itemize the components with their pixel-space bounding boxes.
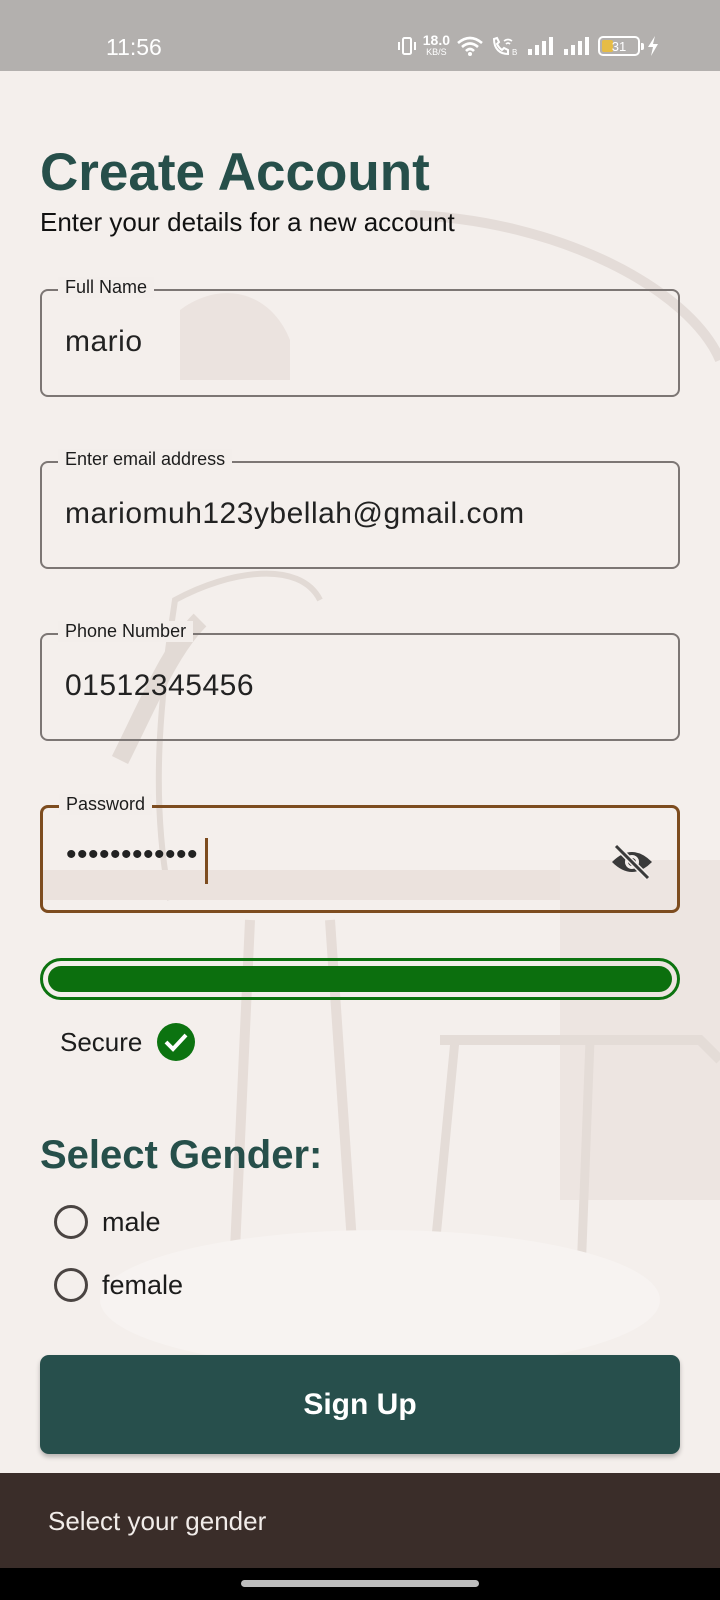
gender-option-label: male: [102, 1206, 161, 1237]
status-icons: 18.0 KB/S B 31: [397, 32, 660, 58]
phone-value: 01512345456: [65, 669, 255, 702]
password-label: Password: [59, 794, 153, 815]
sign-up-button[interactable]: Sign Up: [40, 1355, 680, 1454]
full-name-value: mario: [65, 325, 143, 358]
status-bar: 11:56 18.0 KB/S B 31: [0, 0, 720, 71]
password-value: ••••••••••••: [66, 838, 199, 871]
email-field[interactable]: Enter email address mariomuh123ybellah@g…: [40, 449, 680, 569]
wifi-calling-icon: B: [492, 36, 517, 57]
network-speed: 18.0 KB/S: [422, 32, 450, 58]
page-subtitle: Enter your details for a new account: [40, 207, 455, 237]
full-name-label: Full Name: [58, 277, 155, 298]
wifi-icon: [457, 36, 483, 56]
snackbar-message: Select your gender: [48, 1506, 267, 1536]
svg-text:B: B: [512, 48, 517, 57]
phone-field[interactable]: Phone Number 01512345456: [40, 621, 680, 741]
password-strength-label: Secure: [60, 1026, 143, 1057]
network-speed-value: 18.0: [422, 32, 450, 48]
status-time: 11:56: [106, 34, 162, 60]
phone-label: Phone Number: [58, 621, 194, 642]
visibility-off-icon[interactable]: [609, 842, 655, 882]
password-strength-status: Secure: [60, 1022, 196, 1062]
network-speed-unit: KB/S: [426, 47, 447, 57]
radio-button-male[interactable]: [54, 1205, 88, 1239]
email-label: Enter email address: [58, 449, 233, 470]
gender-option-female[interactable]: female: [54, 1268, 183, 1302]
battery-icon: 31: [598, 36, 644, 56]
password-field[interactable]: Password ••••••••••••: [40, 794, 680, 913]
page-title: Create Account: [40, 143, 430, 202]
check-circle-icon: [157, 1023, 196, 1061]
email-value: mariomuh123ybellah@gmail.com: [65, 497, 525, 530]
gender-option-male[interactable]: male: [54, 1205, 161, 1239]
charging-icon: [648, 36, 658, 56]
full-name-field[interactable]: Full Name mario: [40, 277, 680, 397]
gender-option-label: female: [102, 1269, 184, 1300]
password-strength-bar: [40, 958, 680, 1000]
gender-title: Select Gender:: [40, 1133, 323, 1177]
gesture-handle[interactable]: [241, 1580, 479, 1587]
text-cursor: [205, 838, 208, 884]
signal-icon-1: [528, 37, 553, 55]
battery-level: 31: [611, 38, 627, 54]
vibrate-icon: [397, 37, 416, 55]
password-strength-fill: [48, 966, 672, 992]
signal-icon-2: [564, 37, 589, 55]
radio-button-female[interactable]: [54, 1268, 88, 1302]
